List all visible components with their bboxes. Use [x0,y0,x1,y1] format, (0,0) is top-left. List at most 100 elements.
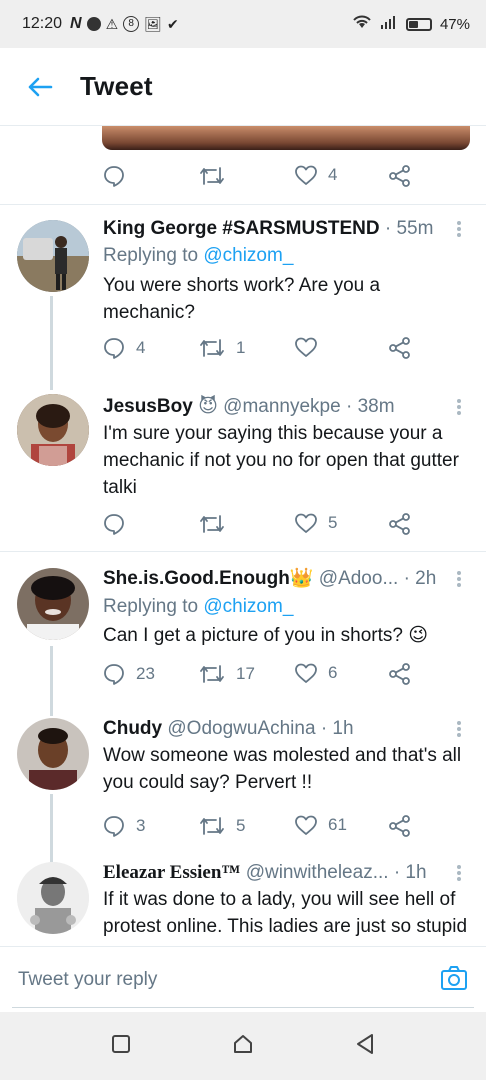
avatar[interactable] [17,220,89,292]
reply-button[interactable]: 4 [102,336,145,360]
retweet-button[interactable]: 1 [198,336,245,360]
display-name[interactable]: Chudy [103,718,162,739]
status-time: 12:20 [22,15,63,32]
tweet-header-line: Eleazar Essien™ @winwitheleaz... · 1h [103,860,446,886]
replying-handle[interactable]: @chizom_ [203,596,293,617]
user-handle[interactable]: @OdogwuAchina [167,718,315,739]
retweet-button[interactable]: 5 [198,814,245,838]
share-icon [389,663,410,685]
back-nav-button[interactable] [355,1033,375,1060]
tweet-time: · 2h [403,568,437,589]
reply-count: 3 [136,816,146,835]
recent-apps-button[interactable] [111,1034,131,1059]
tweet-text: If it was done to a lady, you will see h… [103,889,468,937]
like-button[interactable]: 6 [294,662,337,684]
user-handle[interactable]: @winwitheleaz... [246,862,389,883]
replying-handle[interactable]: @chizom_ [203,245,293,266]
replying-to: Replying to @chizom_ [103,594,293,620]
tweet-actions: 23 17 6 [102,662,432,692]
replying-label: Replying to [103,596,199,617]
share-button[interactable] [388,164,412,188]
share-button[interactable] [388,336,412,360]
replying-to: Replying to @chizom_ [103,243,293,269]
avatar[interactable] [17,718,89,790]
more-icon [457,399,461,415]
retweet-button[interactable] [198,512,226,536]
more-button[interactable] [456,864,462,887]
tweet-header-line: Chudy @OdogwuAchina · 1h [103,716,446,742]
display-name[interactable]: Eleazar Essien™ [103,862,240,883]
avatar-image [17,718,89,790]
tweet-time: · 1h [320,718,354,739]
more-button[interactable] [456,570,462,593]
reply-composer[interactable]: Tweet your reply [0,946,486,1012]
tweet-actions: 5 [102,512,432,542]
tweet-image[interactable] [102,126,470,150]
like-icon [295,337,317,357]
retweet-button[interactable] [198,164,226,188]
avatar[interactable] [17,568,89,640]
camera-button[interactable] [440,965,468,996]
more-button[interactable] [456,220,462,243]
like-button[interactable]: 4 [294,164,337,186]
reply-button[interactable]: 23 [102,662,155,686]
divider [0,204,486,205]
tweet-text: Wow someone was molested and that's all … [103,745,462,793]
like-icon [295,815,317,835]
back-button[interactable] [0,76,80,98]
reply-icon [104,166,124,187]
retweet-icon [200,817,224,835]
share-button[interactable] [388,662,412,686]
back-nav-icon [357,1033,374,1054]
divider [0,551,486,552]
retweet-icon [200,167,224,185]
like-count: 6 [328,663,338,682]
retweet-count: 5 [236,816,246,835]
retweet-button[interactable]: 17 [198,662,255,686]
like-button[interactable]: 5 [294,512,337,534]
reply-button[interactable] [102,512,126,536]
like-button[interactable]: 61 [294,814,347,836]
tweet-time: · 1h [393,862,427,883]
share-icon [389,337,410,359]
image-icon: 🖼 [144,15,162,32]
tweet[interactable]: King George #SARSMUSTEND · 55m Replying … [0,216,486,386]
display-name[interactable]: King George #SARSMUSTEND [103,218,380,239]
tweet-header-line: JesusBoy 😈 @mannyekpe · 38m [103,394,446,420]
share-button[interactable] [388,512,412,536]
composer-underline [12,1007,474,1008]
camera-icon [441,966,467,990]
like-icon [295,165,317,185]
like-button[interactable] [294,336,328,358]
display-name[interactable]: JesusBoy [103,396,193,417]
tweet-text: Can I get a picture of you in shorts? 😉 [103,625,429,646]
avatar-image [17,568,89,640]
more-button[interactable] [456,720,462,743]
share-icon [389,165,410,187]
user-handle[interactable]: @mannyekpe [223,396,341,417]
like-icon [295,513,317,533]
like-count: 61 [328,815,347,834]
tweet[interactable]: Chudy @OdogwuAchina · 1h Wow someone was… [0,716,486,846]
reply-button[interactable]: 3 [102,814,145,838]
display-name[interactable]: She.is.Good.Enough [103,568,290,589]
reply-feed[interactable]: 4 King George #SARSMUSTEND · 55m Replyin… [0,126,486,946]
square-nav-icon [111,1034,130,1053]
tweet-actions: 4 1 [102,336,432,366]
like-count: 4 [328,165,338,184]
reply-icon [104,514,124,535]
share-icon [389,815,410,837]
user-handle[interactable]: @Adoo... [319,568,399,589]
share-button[interactable] [388,814,412,838]
reply-button[interactable] [102,164,126,188]
battery-percent: 47% [439,15,470,33]
more-button[interactable] [456,398,462,421]
tweet[interactable]: Eleazar Essien™ @winwitheleaz... · 1h If… [0,860,486,946]
tweet[interactable]: She.is.Good.Enough👑 @Adoo... · 2h Replyi… [0,566,486,716]
home-button[interactable] [232,1033,254,1060]
circle-notification-icon [86,17,101,31]
avatar[interactable] [17,394,89,466]
retweet-count: 1 [236,338,246,357]
reply-input[interactable]: Tweet your reply [18,969,157,991]
avatar[interactable] [17,862,89,934]
